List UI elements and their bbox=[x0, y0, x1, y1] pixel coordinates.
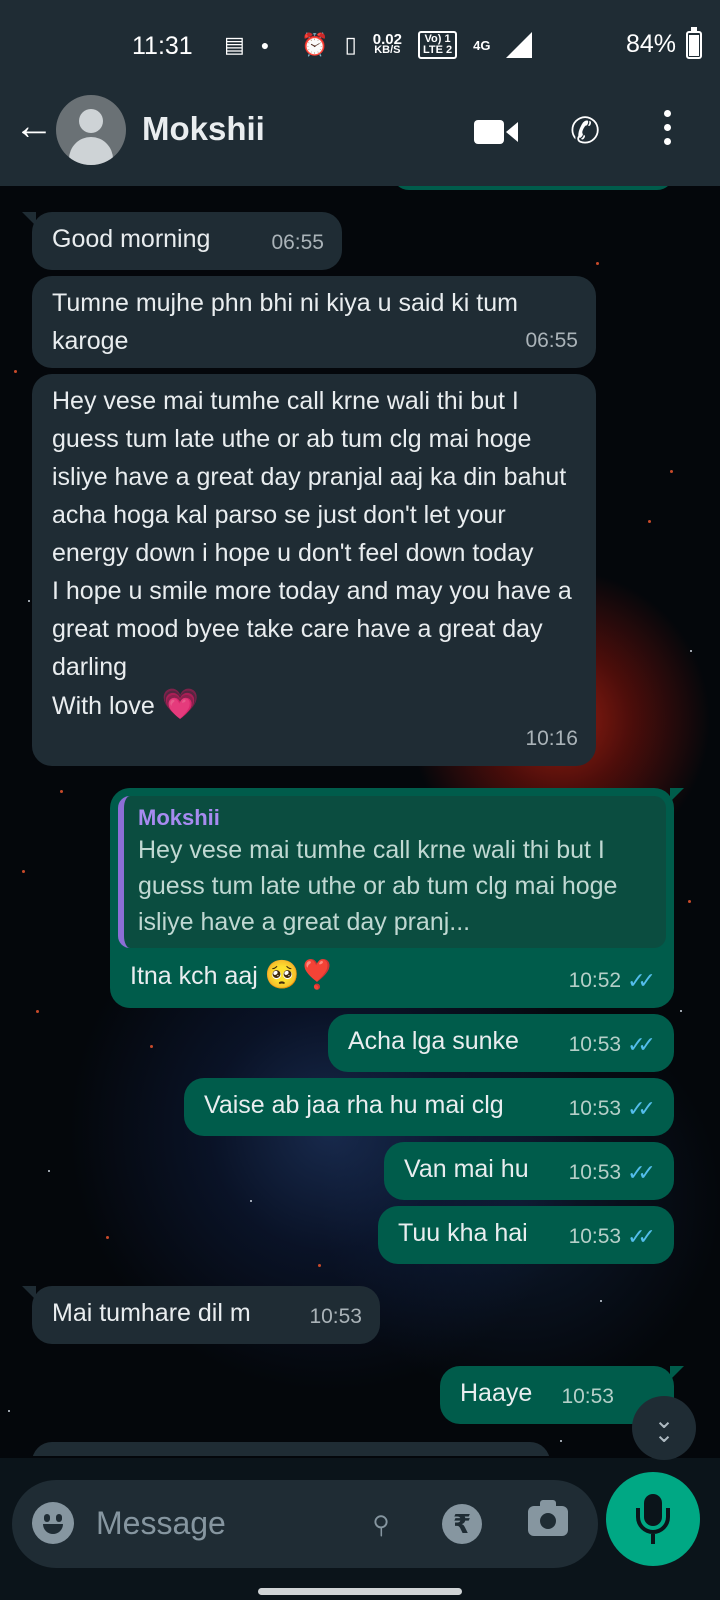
partial-outgoing-bubble bbox=[392, 186, 674, 190]
time-label: 10:53 bbox=[568, 1097, 622, 1120]
message-text: Vaise ab jaa rha hu mai clg bbox=[204, 1091, 504, 1119]
message-text: Tumne mujhe phn bhi ni kiya u said ki tu… bbox=[52, 289, 525, 355]
message-composer: ⌕ ₹ bbox=[12, 1480, 598, 1568]
quoted-message[interactable]: Mokshii Hey vese mai tumhe call krne wal… bbox=[118, 796, 666, 948]
message-time: 10:52 ✓✓ bbox=[569, 962, 656, 1000]
chat-header: ← Mokshii ✆ bbox=[0, 92, 720, 172]
net-speed-unit: KB/S bbox=[374, 44, 401, 56]
message-outgoing[interactable]: Vaise ab jaa rha hu mai clg 10:53 ✓✓ bbox=[184, 1078, 674, 1136]
arrow-left-icon[interactable]: ← bbox=[14, 104, 54, 149]
dot-icon: ● bbox=[260, 37, 270, 53]
message-text: Hey vese mai tumhe call krne wali thi bu… bbox=[52, 382, 582, 725]
message-text: Haaye bbox=[460, 1379, 533, 1407]
message-time: 10:53 ✓✓ bbox=[569, 1154, 656, 1192]
battery-icon bbox=[686, 26, 702, 59]
read-ticks-icon: ✓✓ bbox=[627, 1160, 656, 1185]
top-bar: 11:31 ▤ ● ⏰ ▯ 0.02 KB/S Vo) 1 LTE 2 4G 8… bbox=[0, 0, 720, 186]
network-type: 4G bbox=[473, 37, 491, 53]
message-time: 10:53 ✓✓ bbox=[569, 1218, 656, 1256]
battery-area: 84% bbox=[625, 26, 702, 59]
net-speed: 0.02 KB/S bbox=[373, 32, 402, 56]
message-list[interactable]: Good morning 06:55 Tumne mujhe phn bhi n… bbox=[0, 186, 720, 1456]
bottom-bar: ⌕ ₹ bbox=[0, 1458, 720, 1600]
message-text: Van mai hu bbox=[404, 1155, 529, 1183]
heart-emoji: 💗 bbox=[161, 688, 200, 721]
contact-name[interactable]: Mokshii bbox=[142, 110, 265, 148]
message-time: 10:53 bbox=[309, 1298, 362, 1336]
message-time: 06:55 bbox=[271, 224, 324, 262]
quoted-author: Mokshii bbox=[138, 805, 220, 830]
time-label: 10:16 bbox=[525, 727, 578, 750]
carrier-badge: Vo) 1 LTE 2 bbox=[417, 31, 458, 59]
message-text: Tuu kha hai bbox=[398, 1219, 528, 1247]
carrier-bottom: LTE 2 bbox=[422, 44, 453, 56]
message-incoming[interactable]: Hey vese mai tumhe call krne wali thi bu… bbox=[32, 374, 596, 766]
time-label: 10:53 bbox=[561, 1385, 614, 1408]
status-time: 11:31 bbox=[132, 32, 193, 60]
double-chevron-down-icon[interactable]: ⌄ ⌄ bbox=[632, 1396, 696, 1460]
message-incoming[interactable]: Good morning 06:55 bbox=[22, 212, 342, 270]
alarm-icon: ⏰ bbox=[301, 32, 329, 57]
mic-icon[interactable] bbox=[606, 1472, 700, 1566]
message-emoji: 🥺❣️ bbox=[264, 959, 335, 990]
message-text: Mai tumhare dil m bbox=[52, 1299, 251, 1327]
news-notification-icon: ▤ bbox=[224, 32, 245, 57]
home-indicator[interactable] bbox=[258, 1588, 462, 1595]
read-ticks-icon: ✓✓ bbox=[627, 1096, 656, 1121]
message-outgoing[interactable]: Van mai hu 10:53 ✓✓ bbox=[384, 1142, 674, 1200]
message-incoming[interactable]: Tumne mujhe phn bhi ni kiya u said ki tu… bbox=[32, 276, 596, 368]
time-label: 10:53 bbox=[568, 1033, 622, 1056]
read-ticks-icon: ✓✓ bbox=[627, 968, 656, 993]
message-incoming[interactable]: Mai tumhare dil m 10:53 bbox=[22, 1286, 380, 1344]
message-body: Itna kch aaj bbox=[130, 962, 258, 990]
camera-icon[interactable] bbox=[528, 1500, 568, 1536]
read-ticks-icon: ✓✓ bbox=[627, 1224, 656, 1249]
time-label: 10:53 bbox=[568, 1161, 622, 1184]
message-time: 10:53 ✓✓ bbox=[569, 1026, 656, 1064]
signal-icon bbox=[506, 32, 533, 58]
vibrate-icon: ▯ bbox=[344, 32, 357, 57]
message-time: 10:53 ✓✓ bbox=[569, 1090, 656, 1128]
status-icons: ▤ ● ⏰ ▯ 0.02 KB/S Vo) 1 LTE 2 4G bbox=[224, 30, 533, 60]
status-bar: 11:31 ▤ ● ⏰ ▯ 0.02 KB/S Vo) 1 LTE 2 4G 8… bbox=[0, 0, 720, 96]
rupee-icon[interactable]: ₹ bbox=[442, 1504, 482, 1544]
time-label: 10:53 bbox=[309, 1305, 362, 1328]
read-ticks-icon: ✓✓ bbox=[627, 1032, 656, 1057]
message-outgoing[interactable]: Acha lga sunke 10:53 ✓✓ bbox=[328, 1014, 674, 1072]
message-body: Hey vese mai tumhe call krne wali thi bu… bbox=[52, 387, 572, 720]
message-text: Good morning bbox=[52, 225, 211, 253]
message-outgoing-reply[interactable]: Mokshii Hey vese mai tumhe call krne wal… bbox=[110, 788, 684, 1008]
phone-icon[interactable]: ✆ bbox=[570, 110, 600, 152]
avatar[interactable] bbox=[56, 95, 126, 165]
message-time: 10:53 bbox=[561, 1378, 614, 1416]
message-text: Itna kch aaj 🥺❣️ bbox=[130, 956, 335, 995]
time-label: 10:52 bbox=[568, 969, 622, 992]
message-outgoing[interactable]: Tuu kha hai 10:53 ✓✓ bbox=[378, 1206, 674, 1264]
paperclip-icon[interactable]: ⌕ bbox=[358, 1499, 403, 1544]
battery-percent: 84% bbox=[625, 30, 676, 58]
message-time: 06:55 bbox=[525, 322, 578, 360]
time-label: 06:55 bbox=[271, 231, 324, 254]
message-time: 10:16 bbox=[525, 720, 578, 758]
time-label: 10:53 bbox=[568, 1225, 622, 1248]
message-input[interactable] bbox=[96, 1498, 346, 1548]
message-text: Acha lga sunke bbox=[348, 1027, 519, 1055]
emoji-icon[interactable] bbox=[32, 1502, 74, 1544]
partial-incoming-bubble bbox=[32, 1442, 550, 1456]
quoted-text: Hey vese mai tumhe call krne wali thi bu… bbox=[138, 836, 618, 936]
time-label: 06:55 bbox=[525, 329, 578, 352]
more-vert-icon[interactable] bbox=[664, 110, 671, 145]
video-call-icon[interactable] bbox=[474, 120, 518, 149]
